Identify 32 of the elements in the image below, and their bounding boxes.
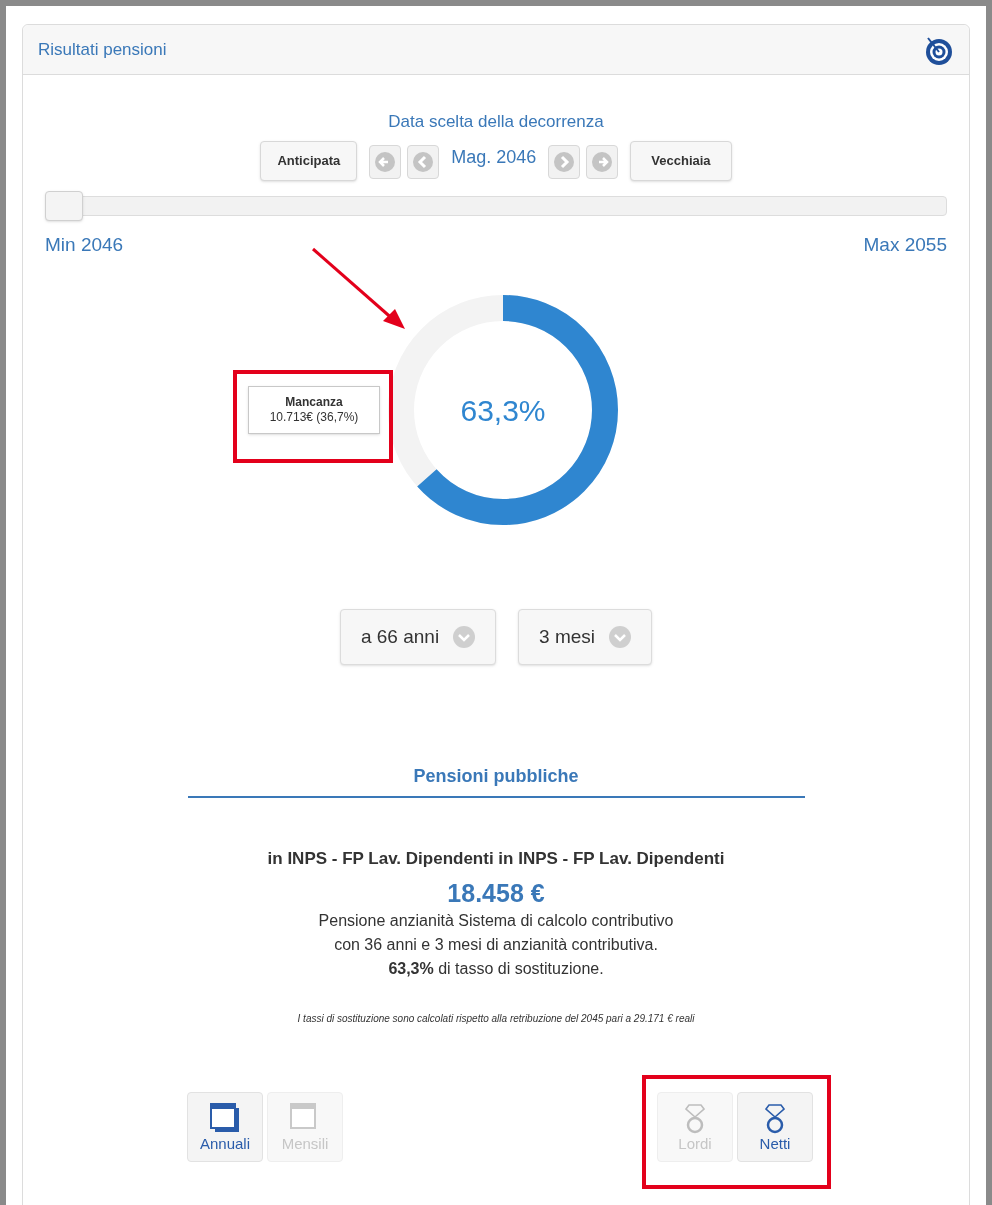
old-age-button[interactable]: Vecchiaia (630, 140, 732, 181)
next-button[interactable] (548, 144, 581, 179)
previous-button[interactable] (369, 144, 402, 179)
description-line: con 36 anni e 3 mesi di anzianità contributiva. (334, 934, 658, 955)
dropdown[interactable]: 3 mesi (518, 609, 653, 665)
section-title: Pensioni pubbliche (413, 765, 579, 788)
previous-button[interactable] (407, 144, 440, 179)
min-label: Min 2046 (45, 232, 124, 257)
next-button[interactable] (586, 144, 619, 179)
panel-title: Risultati pensioni (38, 38, 167, 61)
footnote: I tassi di sostituzione sono calcolati rispetto alla retribuzione del 2045 pari a 29.171 € reali (297, 1011, 695, 1026)
toggle-button[interactable]: Netti (737, 1091, 813, 1162)
toggle-button[interactable]: Annuali (187, 1091, 263, 1162)
section-label: Data scelta della decorrenza (388, 111, 604, 133)
description-line: Pensione anzianità Sistema di calcolo contributivo (318, 910, 674, 931)
max-label: Max 2055 (863, 232, 947, 257)
dropdown[interactable]: a 66 anni (339, 609, 497, 665)
slider-handle[interactable] (45, 190, 83, 221)
description-line: 63,3% di tasso di sostituzione. (388, 958, 604, 979)
year-slider[interactable] (45, 190, 947, 221)
ring-icon (685, 1102, 705, 1135)
fund-name: in INPS - FP Lav. Dipendenti in INPS - FP Lav. Dipendenti (267, 848, 725, 870)
chevron-down-icon (453, 626, 476, 648)
gauge-value: 63,3% (460, 392, 546, 429)
ring-icon (765, 1102, 785, 1135)
shortfall-value: 10.713€ (36,7%) (269, 410, 359, 425)
shortfall-title: Mancanza (285, 395, 343, 410)
pension-amount: 18.458 € (447, 877, 545, 909)
calendar-icon (209, 1102, 241, 1135)
selected-date: Mag. 2046 (451, 145, 537, 169)
early-button[interactable]: Anticipata (260, 140, 358, 181)
chevron-down-icon (609, 626, 632, 648)
